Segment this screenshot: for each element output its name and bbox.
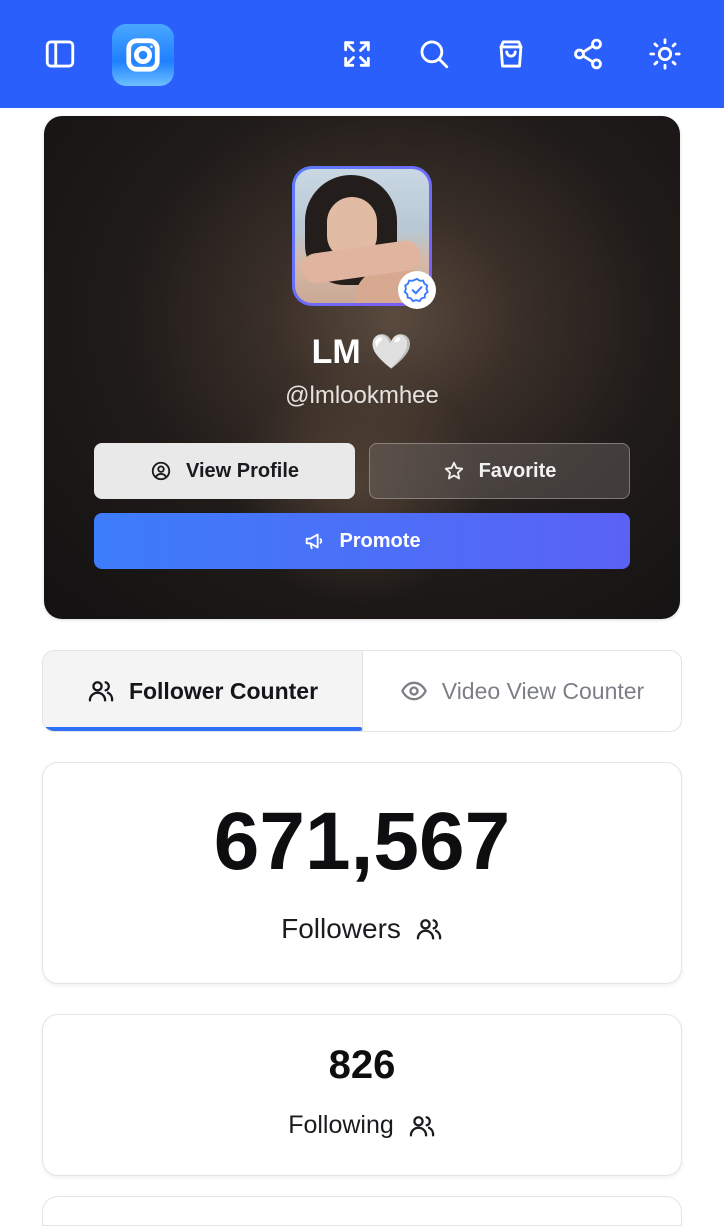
shopping-bag-icon[interactable] (491, 34, 531, 74)
following-label-row: Following (43, 1111, 681, 1140)
promote-button[interactable]: Promote (94, 513, 630, 569)
following-label: Following (288, 1111, 394, 1139)
instagram-icon[interactable] (112, 24, 174, 86)
favorite-button[interactable]: Favorite (369, 443, 630, 499)
following-card: 826 Following (42, 1014, 682, 1176)
tab-follower-counter[interactable]: Follower Counter (43, 651, 363, 731)
fullscreen-icon[interactable] (337, 34, 377, 74)
top-bar (0, 0, 724, 108)
followers-label-row: Followers (43, 913, 681, 945)
users-icon (88, 681, 114, 702)
users-icon (409, 1115, 435, 1136)
sidebar-toggle-icon[interactable] (40, 34, 80, 74)
tab-video-view-counter-label: Video View Counter (441, 677, 645, 704)
favorite-label: Favorite (478, 459, 557, 482)
active-tab-indicator (43, 727, 362, 731)
megaphone-icon (306, 533, 323, 550)
followers-label: Followers (281, 913, 401, 944)
followers-count: 671,567 (213, 796, 511, 887)
followers-card: 671,567 Followers (42, 762, 682, 984)
sun-icon[interactable] (645, 34, 685, 74)
profile-hero-card: LM 🤍 @lmlookmhee View Profile Favorite P… (44, 116, 680, 619)
star-icon (444, 461, 463, 480)
display-name: LM 🤍 (311, 333, 413, 371)
counter-tabs: Follower Counter Video View Counter (42, 650, 682, 732)
tab-follower-counter-label: Follower Counter (128, 677, 319, 704)
search-icon[interactable] (414, 34, 454, 74)
following-count: 826 (328, 1043, 396, 1087)
next-card-peek (42, 1196, 682, 1226)
promote-label: Promote (339, 529, 421, 552)
view-profile-label: View Profile (185, 459, 299, 482)
share-icon[interactable] (568, 34, 608, 74)
tab-video-view-counter[interactable]: Video View Counter (363, 651, 681, 731)
username-handle: @lmlookmhee (285, 382, 439, 409)
user-circle-icon (151, 461, 171, 481)
eye-icon (400, 681, 427, 701)
view-profile-button[interactable]: View Profile (94, 443, 355, 499)
verified-badge-icon (398, 271, 436, 309)
users-icon (416, 919, 442, 940)
